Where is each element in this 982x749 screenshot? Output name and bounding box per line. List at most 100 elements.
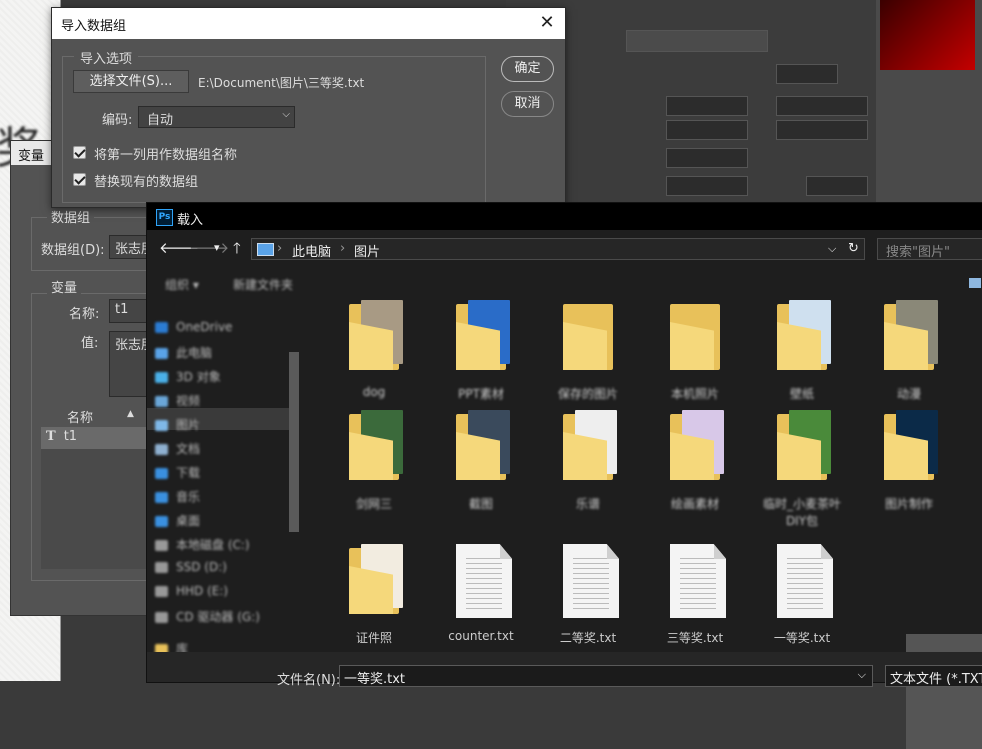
file-path: E:\Document\图片\三等奖.txt [198, 76, 365, 90]
import-title-bar[interactable]: 导入数据组 ✕ [52, 8, 565, 39]
close-icon[interactable]: ✕ [535, 12, 559, 34]
list-header-name[interactable]: 名称 [67, 407, 93, 426]
sidebar-item-label: 桌面 [176, 514, 201, 528]
sidebar-item-label: 3D 对象 [176, 370, 221, 384]
music-icon [155, 492, 168, 503]
value-input[interactable]: 张志朋 [109, 331, 151, 397]
color-swatch [880, 0, 975, 70]
folder-tile[interactable]: 保存的图片 [543, 300, 633, 410]
organize-button[interactable]: 组织 ▾ [165, 276, 199, 293]
sidebar-item[interactable]: 此电脑 [155, 344, 212, 361]
new-folder-button[interactable]: 新建文件夹 [233, 276, 293, 293]
file-tile[interactable]: 二等奖.txt [543, 544, 633, 654]
folder-icon [670, 410, 730, 482]
load-title-bar[interactable]: Ps 载入 [147, 203, 982, 230]
file-name: 图片制作 [884, 497, 933, 511]
chevron-down-icon[interactable]: ⌵ [858, 668, 866, 682]
file-name: 本机照片 [670, 387, 719, 401]
file-name: 二等奖.txt [559, 631, 617, 645]
file-list: dog PPT素材 保存的图片 本机照片 壁纸 动漫剑网三 截图 乐谱 绘画素材 临时_小麦茶叶D… [304, 300, 982, 749]
file-name: 保存的图片 [557, 387, 618, 401]
name-input[interactable]: t1 [109, 299, 151, 323]
sort-arrow-icon: ▲ [127, 409, 134, 419]
encoding-select[interactable]: 自动 ⌵ [138, 106, 295, 128]
folder-tile[interactable]: 本机照片 [650, 300, 740, 410]
folder-tile[interactable]: 图片制作 [864, 410, 954, 520]
folder-tile[interactable]: 剑网三 [329, 410, 419, 520]
folder-tile[interactable]: 动漫 [864, 300, 954, 410]
file-name: 剑网三 [355, 497, 392, 511]
sidebar-item[interactable]: 3D 对象 [155, 368, 221, 385]
sidebar-item[interactable]: SSD (D:) [155, 560, 227, 574]
first-column-label[interactable]: 将第一列用作数据组名称 [94, 144, 237, 163]
filename-input[interactable]: 一等奖.txt ⌵ [339, 665, 873, 687]
file-name: 临时_小麦茶叶DIY包 [762, 497, 841, 528]
drive-icon [155, 540, 168, 551]
folder-icon [456, 410, 516, 482]
filetype-select[interactable]: 文本文件 (*.TXT) [885, 665, 982, 687]
folder-icon [884, 300, 944, 372]
sidebar-item-label: SSD (D:) [176, 560, 227, 574]
address-dropdown-icon[interactable]: ⌵ [828, 242, 836, 256]
file-name: 一等奖.txt [773, 631, 831, 645]
dataset-label: 数据组(D): [41, 243, 105, 258]
ok-button[interactable]: 确定 [501, 56, 554, 82]
folder-tile[interactable]: 临时_小麦茶叶DIY包 [757, 410, 847, 528]
up-arrow-icon[interactable]: 🡑 [233, 238, 241, 263]
choose-file-button[interactable]: 选择文件(S)... [73, 70, 189, 93]
sidebar-item[interactable]: 音乐 [155, 488, 200, 505]
folder-tile[interactable]: 乐谱 [543, 410, 633, 520]
sidebar-item[interactable]: 视频 [155, 392, 200, 409]
sidebar-item[interactable]: CD 驱动器 (G:) [155, 608, 260, 625]
file-tile[interactable]: 三等奖.txt [650, 544, 740, 654]
dataset-select[interactable]: 张志朋 [109, 235, 151, 259]
load-title: 载入 [177, 213, 204, 228]
folder-tile[interactable]: PPT素材 [436, 300, 526, 410]
folder-icon [349, 544, 409, 616]
sidebar-item[interactable]: HHD (E:) [155, 584, 228, 598]
picture-icon [155, 420, 168, 431]
encoding-value: 自动 [147, 113, 174, 128]
folder-tile[interactable]: 截图 [436, 410, 526, 520]
search-input[interactable]: 搜索"图片" [877, 238, 982, 260]
cancel-button[interactable]: 取消 [501, 91, 554, 117]
folder-tile[interactable]: dog [329, 300, 419, 410]
file-name: 动漫 [896, 387, 921, 401]
sidebar-item-label: 视频 [176, 394, 201, 408]
file-name: 三等奖.txt [666, 631, 724, 645]
breadcrumb-this-pc[interactable]: 此电脑 [292, 241, 331, 260]
folder-tile[interactable]: 证件照 [329, 544, 419, 654]
folder-tile[interactable]: 壁纸 [757, 300, 847, 410]
recent-dropdown-icon[interactable]: ▾ [214, 241, 220, 254]
sidebar-item-label: HHD (E:) [176, 584, 229, 598]
breadcrumb-pictures[interactable]: 图片 [354, 241, 380, 260]
variables-dialog: 变量 数据组 数据组(D): 张志朋 变量 名称: t1 值: 张志朋 名称 ▲… [10, 140, 173, 616]
folder-icon [456, 300, 516, 372]
sidebar-item[interactable]: 下载 [155, 464, 200, 481]
first-column-checkbox[interactable] [73, 146, 86, 159]
refresh-icon[interactable]: ↻ [848, 241, 859, 256]
video-icon [155, 396, 168, 407]
replace-dataset-label[interactable]: 替换现有的数据组 [94, 171, 198, 190]
folder-tile[interactable]: 绘画素材 [650, 410, 740, 520]
sidebar-item-label: 本地磁盘 (C:) [176, 538, 250, 552]
file-tile[interactable]: 一等奖.txt [757, 544, 847, 654]
sidebar-item[interactable]: 本地磁盘 (C:) [155, 536, 250, 553]
view-options-icon[interactable] [969, 278, 981, 288]
sidebar-scrollbar[interactable] [289, 352, 299, 532]
filename-label: 文件名(N): [277, 673, 341, 688]
sidebar-item[interactable]: 图片 [155, 416, 200, 433]
sidebar-item[interactable]: 文档 [155, 440, 200, 457]
address-bar[interactable]: › 此电脑 › 图片 ⌵ ↻ [251, 238, 865, 260]
file-tile[interactable]: counter.txt [436, 544, 526, 654]
variable-list[interactable] [41, 449, 151, 569]
import-dataset-dialog: 导入数据组 ✕ 导入选项 选择文件(S)... E:\Document\图片\三… [51, 7, 566, 208]
dataset-group-label: 数据组 [47, 207, 95, 226]
sidebar-item[interactable]: 桌面 [155, 512, 200, 529]
forward-arrow-icon[interactable]: 🡒 [189, 238, 229, 257]
load-file-dialog: Ps 载入 🡐 🡒 ▾ 🡑 › 此电脑 › 图片 ⌵ ↻ 搜索"图片" 组织 ▾… [146, 202, 982, 749]
replace-dataset-checkbox[interactable] [73, 173, 86, 186]
variables-title: 变量 [18, 149, 45, 164]
sidebar-item[interactable]: OneDrive [155, 320, 232, 334]
variable-list-row[interactable]: Tt1 [41, 427, 151, 449]
